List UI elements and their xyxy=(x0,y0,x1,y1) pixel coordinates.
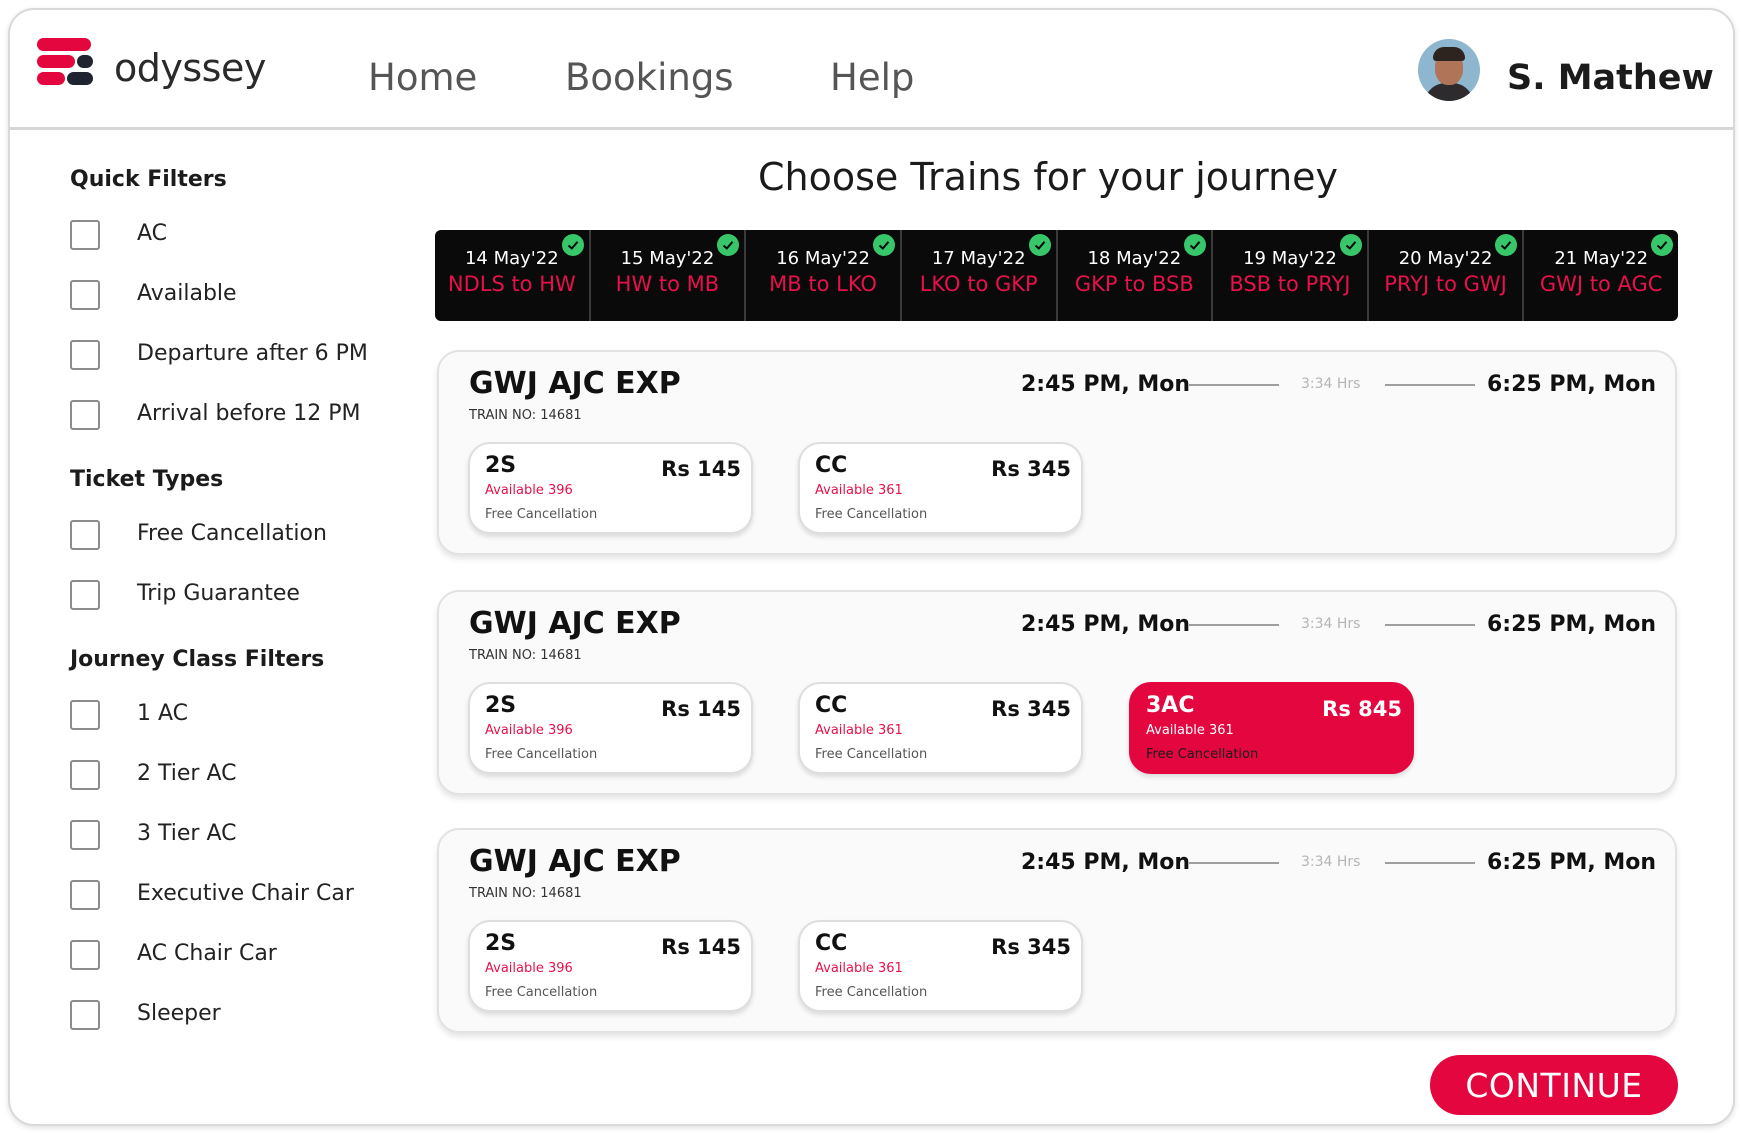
filter-1ac[interactable]: 1 AC xyxy=(70,699,188,731)
train-card: GWJ AJC EXP TRAIN NO: 14681 2:45 PM, Mon… xyxy=(437,590,1677,795)
train-number: TRAIN NO: 14681 xyxy=(469,408,582,423)
nav-bookings[interactable]: Bookings xyxy=(565,56,734,99)
odyssey-logo-icon[interactable] xyxy=(37,38,97,88)
departure-time: 2:45 PM, Mon xyxy=(1021,372,1191,397)
date-tab-4[interactable]: 17 May'22 LKO to GKP xyxy=(902,230,1058,321)
filter-free-cancellation[interactable]: Free Cancellation xyxy=(70,519,327,551)
checkbox[interactable] xyxy=(70,340,100,370)
duration: 3:34 Hrs xyxy=(1301,376,1361,392)
date-tab-7[interactable]: 20 May'22 PRYJ to GWJ xyxy=(1369,230,1525,321)
class-option-cc[interactable]: CC Rs 345 Available 361 Free Cancellatio… xyxy=(798,920,1083,1012)
duration-line xyxy=(1189,624,1279,626)
date-tab-8[interactable]: 21 May'22 GWJ to AGC xyxy=(1524,230,1678,321)
arrival-time: 6:25 PM, Mon xyxy=(1487,372,1657,397)
checkbox[interactable] xyxy=(70,940,100,970)
filter-arrival-before-12pm[interactable]: Arrival before 12 PM xyxy=(70,399,361,431)
filter-departure-after-6pm[interactable]: Departure after 6 PM xyxy=(70,339,368,371)
departure-time: 2:45 PM, Mon xyxy=(1021,850,1191,875)
avatar[interactable] xyxy=(1418,39,1480,101)
train-name: GWJ AJC EXP xyxy=(469,366,681,401)
top-navbar: odyssey Home Bookings Help S. Mathew xyxy=(10,10,1733,130)
user-name[interactable]: S. Mathew xyxy=(1507,58,1714,98)
checkbox[interactable] xyxy=(70,520,100,550)
train-card: GWJ AJC EXP TRAIN NO: 14681 2:45 PM, Mon… xyxy=(437,350,1677,555)
checkbox[interactable] xyxy=(70,220,100,250)
nav-home[interactable]: Home xyxy=(368,56,477,99)
page-title: Choose Trains for your journey xyxy=(757,155,1339,199)
date-tab-3[interactable]: 16 May'22 MB to LKO xyxy=(746,230,902,321)
app-window: odyssey Home Bookings Help S. Mathew Qui… xyxy=(8,8,1735,1126)
filter-sleeper[interactable]: Sleeper xyxy=(70,999,221,1031)
train-card: GWJ AJC EXP TRAIN NO: 14681 2:45 PM, Mon… xyxy=(437,828,1677,1033)
class-option-2s[interactable]: 2S Rs 145 Available 396 Free Cancellatio… xyxy=(468,442,753,534)
train-number: TRAIN NO: 14681 xyxy=(469,886,582,901)
date-tab-2[interactable]: 15 May'22 HW to MB xyxy=(591,230,747,321)
class-option-2s[interactable]: 2S Rs 145 Available 396 Free Cancellatio… xyxy=(468,682,753,774)
class-option-3ac-selected[interactable]: 3AC Rs 845 Available 361 Free Cancellati… xyxy=(1129,682,1414,774)
quick-filters-title: Quick Filters xyxy=(70,167,227,192)
filter-available[interactable]: Available xyxy=(70,279,237,311)
duration-line xyxy=(1385,862,1475,864)
filter-ac[interactable]: AC xyxy=(70,219,167,251)
departure-time: 2:45 PM, Mon xyxy=(1021,612,1191,637)
filter-trip-guarantee[interactable]: Trip Guarantee xyxy=(70,579,300,611)
duration: 3:34 Hrs xyxy=(1301,854,1361,870)
filter-3-tier-ac[interactable]: 3 Tier AC xyxy=(70,819,236,851)
journey-date-strip: 14 May'22 NDLS to HW 15 May'22 HW to MB 16… xyxy=(435,230,1678,321)
arrival-time: 6:25 PM, Mon xyxy=(1487,850,1657,875)
nav-help[interactable]: Help xyxy=(830,56,914,99)
duration-line xyxy=(1189,384,1279,386)
class-option-cc[interactable]: CC Rs 345 Available 361 Free Cancellatio… xyxy=(798,442,1083,534)
checkbox[interactable] xyxy=(70,760,100,790)
class-option-cc[interactable]: CC Rs 345 Available 361 Free Cancellatio… xyxy=(798,682,1083,774)
train-name: GWJ AJC EXP xyxy=(469,606,681,641)
duration-line xyxy=(1385,384,1475,386)
ticket-types-title: Ticket Types xyxy=(70,467,224,492)
filter-ac-chair-car[interactable]: AC Chair Car xyxy=(70,939,277,971)
arrival-time: 6:25 PM, Mon xyxy=(1487,612,1657,637)
checkbox[interactable] xyxy=(70,880,100,910)
duration: 3:34 Hrs xyxy=(1301,616,1361,632)
train-name: GWJ AJC EXP xyxy=(469,844,681,879)
duration-line xyxy=(1189,862,1279,864)
checkbox[interactable] xyxy=(70,700,100,730)
train-number: TRAIN NO: 14681 xyxy=(469,648,582,663)
checkbox[interactable] xyxy=(70,580,100,610)
date-tab-6[interactable]: 19 May'22 BSB to PRYJ xyxy=(1213,230,1369,321)
journey-class-title: Journey Class Filters xyxy=(70,647,325,672)
duration-line xyxy=(1385,624,1475,626)
class-option-2s[interactable]: 2S Rs 145 Available 396 Free Cancellatio… xyxy=(468,920,753,1012)
date-tab-5[interactable]: 18 May'22 GKP to BSB xyxy=(1058,230,1214,321)
date-tab-1[interactable]: 14 May'22 NDLS to HW xyxy=(435,230,591,321)
checkbox[interactable] xyxy=(70,400,100,430)
filter-2-tier-ac[interactable]: 2 Tier AC xyxy=(70,759,236,791)
brand-name[interactable]: odyssey xyxy=(114,46,266,90)
checkbox[interactable] xyxy=(70,820,100,850)
checkbox[interactable] xyxy=(70,1000,100,1030)
continue-button[interactable]: CONTINUE xyxy=(1430,1055,1678,1115)
checkbox[interactable] xyxy=(70,280,100,310)
filter-executive-chair-car[interactable]: Executive Chair Car xyxy=(70,879,354,911)
